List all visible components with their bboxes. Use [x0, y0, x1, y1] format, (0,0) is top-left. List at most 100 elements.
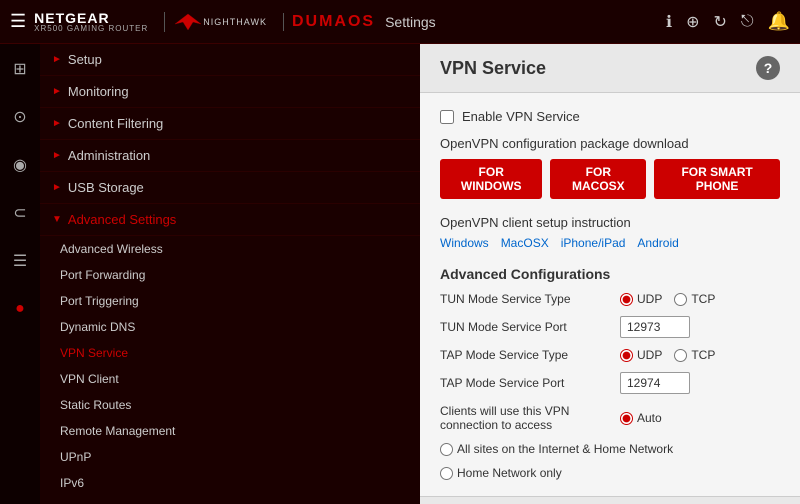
nav-icon-filter[interactable]: ◉	[5, 150, 35, 180]
tun-mode-port-row: TUN Mode Service Port	[440, 316, 780, 338]
tun-mode-port-label: TUN Mode Service Port	[440, 320, 610, 334]
vpn-home-only-label: Home Network only	[457, 466, 562, 480]
app-header: ☰ NETGEAR XR500 GAMING ROUTER NIGHTHAWK …	[0, 0, 800, 44]
download-buttons: For Windows FOR MACOSX For Smart Phone	[440, 159, 780, 199]
nav-icon-advanced[interactable]: ●	[5, 294, 35, 324]
nav-icon-list[interactable]: ☰	[5, 246, 35, 276]
tun-tcp-radio[interactable]	[674, 293, 687, 306]
tap-mode-type-label: TAP Mode Service Type	[440, 348, 610, 362]
sidebar-item-administration[interactable]: ► Administration	[40, 140, 420, 172]
sidebar-item-administration-label: Administration	[68, 148, 150, 163]
arrow-icon: ►	[52, 86, 62, 97]
info-icon[interactable]: ℹ	[666, 12, 672, 32]
vpn-home-only-option[interactable]: Home Network only	[440, 466, 562, 480]
vpn-home-only-radio[interactable]	[440, 467, 453, 480]
tun-tcp-option[interactable]: TCP	[674, 292, 715, 306]
tap-mode-port-input[interactable]	[620, 372, 690, 394]
main-layout: ⊞ ⊙ ◉ ⊂ ☰ ● ► Setup ► Monitoring ► Conte…	[0, 44, 800, 504]
sidebar-item-usb-storage-label: USB Storage	[68, 180, 144, 195]
tap-udp-radio[interactable]	[620, 349, 633, 362]
sidebar-item-monitoring-label: Monitoring	[68, 84, 129, 99]
nighthawk-logo: NIGHTHAWK	[164, 12, 267, 32]
vpn-all-sites-label: All sites on the Internet & Home Network	[457, 442, 673, 456]
vpn-auto-option[interactable]: Auto	[620, 411, 662, 425]
tap-tcp-option[interactable]: TCP	[674, 348, 715, 362]
enable-vpn-checkbox[interactable]	[440, 110, 454, 124]
brand-name: NETGEAR	[34, 11, 148, 25]
package-download-label: OpenVPN configuration package download	[440, 136, 780, 151]
tun-tcp-label: TCP	[691, 292, 715, 306]
header-left: ☰ NETGEAR XR500 GAMING ROUTER NIGHTHAWK …	[10, 11, 436, 33]
sidebar-sub-vlan-bridge[interactable]: VLAN/Bridge Settings	[40, 496, 420, 504]
arrow-icon: ►	[52, 54, 62, 65]
sidebar-icons: ⊞ ⊙ ◉ ⊂ ☰ ●	[0, 44, 40, 504]
sidebar-sub-vpn-service[interactable]: VPN Service	[40, 340, 420, 366]
nav-icon-monitoring[interactable]: ⊙	[5, 102, 35, 132]
sidebar-item-monitoring[interactable]: ► Monitoring	[40, 76, 420, 108]
tun-udp-radio[interactable]	[620, 293, 633, 306]
sidebar-item-usb-storage[interactable]: ► USB Storage	[40, 172, 420, 204]
enable-vpn-row: Enable VPN Service	[440, 109, 780, 124]
btn-windows[interactable]: For Windows	[440, 159, 542, 199]
tap-tcp-radio[interactable]	[674, 349, 687, 362]
hamburger-icon[interactable]: ☰	[10, 11, 26, 32]
tap-udp-option[interactable]: UDP	[620, 348, 662, 362]
sidebar-item-setup-label: Setup	[68, 52, 102, 67]
enable-vpn-label: Enable VPN Service	[462, 109, 580, 124]
arrow-icon: ►	[52, 150, 62, 161]
setup-link-windows[interactable]: Windows	[440, 236, 489, 250]
setup-link-macosx[interactable]: MacOSX	[501, 236, 549, 250]
header-right: ℹ ⊕ ↻ ⎋ 🔔	[666, 11, 790, 32]
vpn-auto-radio[interactable]	[620, 412, 633, 425]
content-header: VPN Service ?	[420, 44, 800, 93]
help-icon[interactable]: ?	[756, 56, 780, 80]
settings-label: Settings	[385, 14, 436, 30]
brand-model: XR500 GAMING ROUTER	[34, 25, 148, 33]
sidebar-sub-port-triggering[interactable]: Port Triggering	[40, 288, 420, 314]
sidebar-sub-dynamic-dns[interactable]: Dynamic DNS	[40, 314, 420, 340]
tap-mode-type-radio-group: UDP TCP	[620, 348, 715, 362]
nav-icon-admin[interactable]: ⊂	[5, 198, 35, 228]
sidebar-sub-static-routes[interactable]: Static Routes	[40, 392, 420, 418]
bell-icon[interactable]: 🔔	[768, 11, 790, 32]
refresh-icon[interactable]: ↻	[714, 12, 727, 32]
tap-tcp-label: TCP	[691, 348, 715, 362]
tap-udp-label: UDP	[637, 348, 662, 362]
dumaos-text: DUMAOS	[292, 13, 375, 31]
setup-link-android[interactable]: Android	[637, 236, 678, 250]
sidebar-sub-upnp[interactable]: UPnP	[40, 444, 420, 470]
tun-mode-type-label: TUN Mode Service Type	[440, 292, 610, 306]
sidebar-item-advanced-settings[interactable]: ▼ Advanced Settings	[40, 204, 420, 236]
sidebar-sub-port-forwarding[interactable]: Port Forwarding	[40, 262, 420, 288]
sidebar-sub-ipv6[interactable]: IPv6	[40, 470, 420, 496]
tap-mode-type-row: TAP Mode Service Type UDP TCP	[440, 348, 780, 362]
tun-udp-label: UDP	[637, 292, 662, 306]
vpn-all-sites-radio[interactable]	[440, 443, 453, 456]
tun-mode-port-input[interactable]	[620, 316, 690, 338]
sidebar-sub-advanced-wireless[interactable]: Advanced Wireless	[40, 236, 420, 262]
setup-link-iphone[interactable]: iPhone/iPad	[561, 236, 626, 250]
page-title: VPN Service	[440, 58, 546, 79]
sidebar-item-content-filtering[interactable]: ► Content Filtering	[40, 108, 420, 140]
btn-smartphone[interactable]: For Smart Phone	[654, 159, 780, 199]
dumaos-logo: DUMAOS Settings	[283, 13, 436, 31]
nighthawk-text: NIGHTHAWK	[203, 17, 267, 27]
sidebar-sub-vpn-client[interactable]: VPN Client	[40, 366, 420, 392]
vpn-access-label: Clients will use this VPN connection to …	[440, 404, 610, 432]
tun-udp-option[interactable]: UDP	[620, 292, 662, 306]
signout-icon[interactable]: ⎋	[741, 13, 754, 31]
btn-macos[interactable]: FOR MACOSX	[550, 159, 646, 199]
tun-mode-type-row: TUN Mode Service Type UDP TCP	[440, 292, 780, 306]
content-body: Enable VPN Service OpenVPN configuration…	[420, 93, 800, 496]
sidebar-sub-remote-management[interactable]: Remote Management	[40, 418, 420, 444]
setup-instruction-label: OpenVPN client setup instruction	[440, 215, 780, 230]
nav-icon-home[interactable]: ⊞	[5, 54, 35, 84]
arrow-icon: ►	[52, 182, 62, 193]
brand-logo: NETGEAR XR500 GAMING ROUTER	[34, 11, 148, 33]
sidebar-item-content-filtering-label: Content Filtering	[68, 116, 163, 131]
content-area: VPN Service ? Enable VPN Service OpenVPN…	[420, 44, 800, 504]
globe-icon[interactable]: ⊕	[686, 12, 699, 32]
nighthawk-bird-icon	[173, 12, 203, 32]
sidebar-item-setup[interactable]: ► Setup	[40, 44, 420, 76]
vpn-all-sites-option[interactable]: All sites on the Internet & Home Network	[440, 442, 673, 456]
